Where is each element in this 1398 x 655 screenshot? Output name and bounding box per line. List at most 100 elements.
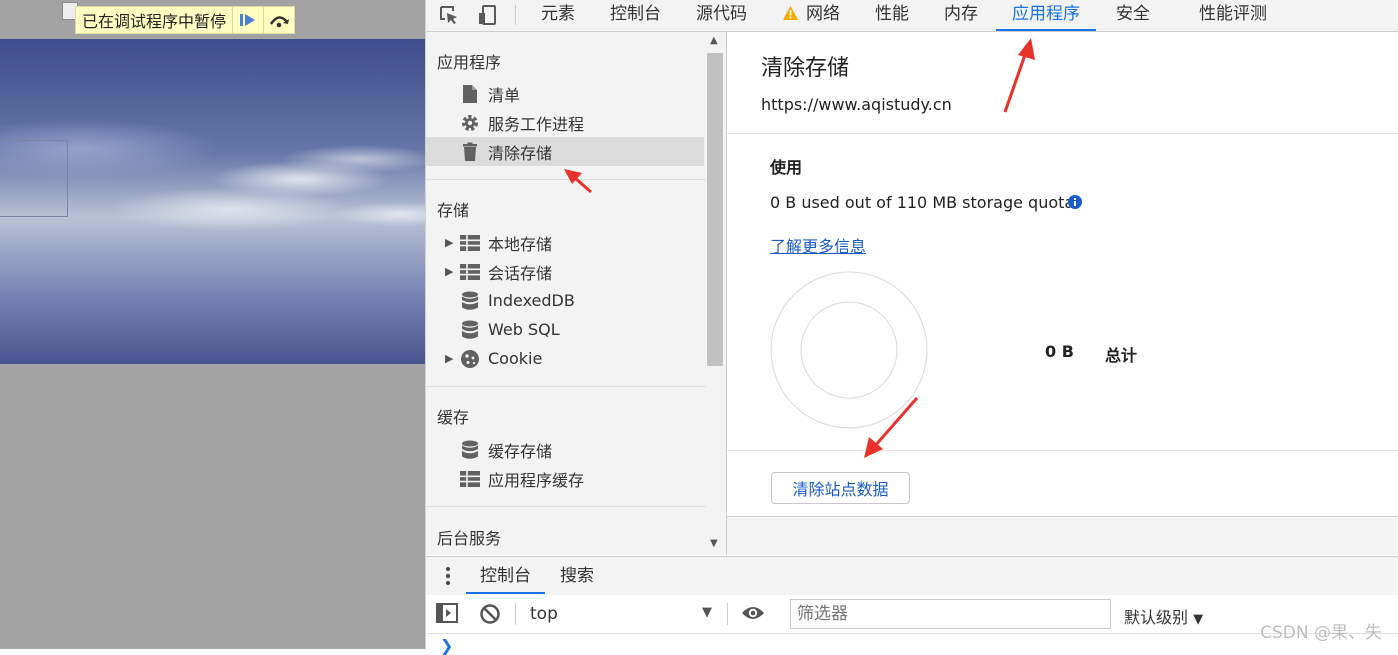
sidebar-item-service-workers[interactable]: 服务工作进程 bbox=[426, 108, 704, 137]
usage-total-label: 总计 bbox=[1105, 346, 1138, 365]
divider bbox=[727, 133, 1398, 134]
usage-quota-text: 0 B used out of 110 MB storage quota. bbox=[770, 193, 1080, 212]
page-title: 清除存储 bbox=[761, 56, 850, 81]
scroll-up-icon[interactable]: ▲ bbox=[710, 35, 718, 46]
sidebar-item-indexeddb[interactable]: IndexedDB bbox=[426, 286, 704, 315]
sidebar-item-label: 清除存储 bbox=[488, 143, 553, 163]
dropdown-arrow-icon[interactable]: ▼ bbox=[702, 605, 712, 620]
dropdown-arrow-icon: ▼ bbox=[1193, 612, 1204, 627]
tab-lighthouse[interactable]: 性能评测 bbox=[1199, 0, 1267, 31]
expand-arrow-icon[interactable]: ▶ bbox=[445, 352, 453, 365]
sidebar-item-label: 服务工作进程 bbox=[488, 114, 585, 134]
console-prompt-icon[interactable]: ❯ bbox=[440, 636, 453, 655]
expand-arrow-icon[interactable]: ▶ bbox=[445, 265, 453, 278]
show-sidebar-button[interactable] bbox=[436, 603, 458, 627]
scrollbar-thumb[interactable] bbox=[707, 53, 723, 366]
device-toolbar-button[interactable] bbox=[474, 2, 500, 28]
sidebar-item-label: IndexedDB bbox=[488, 291, 575, 310]
expand-arrow-icon[interactable]: ▶ bbox=[445, 236, 453, 249]
section-divider bbox=[426, 179, 706, 180]
tab-sources[interactable]: 源代码 bbox=[696, 0, 747, 31]
tab-performance[interactable]: 性能 bbox=[875, 0, 909, 31]
log-levels-label: 默认级别 bbox=[1124, 608, 1189, 627]
tab-security[interactable]: 安全 bbox=[1116, 0, 1150, 31]
scroll-down-icon[interactable]: ▼ bbox=[710, 538, 718, 549]
more-menu-icon[interactable] bbox=[443, 565, 453, 587]
database-icon bbox=[460, 320, 480, 340]
log-levels-dropdown[interactable]: 默认级别 ▼ bbox=[1124, 604, 1203, 628]
origin-url: https://www.aqistudy.cn bbox=[761, 95, 952, 114]
tab-memory[interactable]: 内存 bbox=[944, 0, 978, 31]
context-selector[interactable]: top bbox=[530, 604, 558, 624]
tab-console[interactable]: 控制台 bbox=[610, 0, 661, 31]
toolbar-separator bbox=[515, 603, 516, 625]
clear-storage-view: 清除存储 https://www.aqistudy.cn 使用 0 B used… bbox=[727, 32, 1398, 555]
clear-console-button[interactable] bbox=[479, 603, 501, 629]
step-over-icon bbox=[269, 16, 290, 28]
watermark: CSDN @果、失 bbox=[1260, 623, 1382, 643]
sidebar-item-label: 清单 bbox=[488, 85, 521, 105]
sidebar-section-cache: 缓存 bbox=[437, 408, 470, 427]
drawer-tab-console[interactable]: 控制台 bbox=[466, 557, 545, 594]
resume-button[interactable] bbox=[232, 7, 263, 33]
sidebar-section-storage: 存储 bbox=[437, 201, 470, 220]
sidebar-item-label: Cookie bbox=[488, 349, 543, 368]
usage-total-value: 0 B bbox=[1045, 342, 1074, 361]
divider bbox=[727, 450, 1398, 451]
drawer-tabbar: 控制台 搜索 bbox=[426, 556, 1398, 596]
sidebar-item-local-storage[interactable]: ▶ 本地存储 bbox=[426, 228, 704, 257]
database-icon bbox=[460, 440, 480, 460]
sidebar-item-manifest[interactable]: 清单 bbox=[426, 79, 704, 108]
sidebar-item-web-sql[interactable]: Web SQL bbox=[426, 315, 704, 344]
inspect-cursor-icon bbox=[440, 6, 457, 24]
eye-icon bbox=[742, 607, 764, 619]
console-filter-input[interactable] bbox=[790, 599, 1111, 629]
grid-icon bbox=[460, 469, 480, 489]
tab-network[interactable]: 网络 bbox=[806, 0, 840, 31]
learn-more-link[interactable]: 了解更多信息 bbox=[770, 233, 866, 257]
devtools-panel: 元素 控制台 源代码 网络 性能 内存 应用程序 安全 性能评测 应用程序 清单… bbox=[425, 0, 1398, 655]
warning-icon bbox=[782, 5, 799, 25]
trash-icon bbox=[460, 142, 480, 162]
gear-icon bbox=[460, 113, 480, 133]
cookie-icon bbox=[460, 349, 480, 369]
toolbar-separator bbox=[515, 5, 516, 25]
sidebar-section-application: 应用程序 bbox=[437, 53, 502, 72]
sidebar-item-application-cache[interactable]: 应用程序缓存 bbox=[426, 464, 704, 493]
grid-icon bbox=[460, 262, 480, 282]
block-icon bbox=[480, 604, 500, 624]
sidebar-item-cookies[interactable]: ▶ Cookie bbox=[426, 344, 704, 373]
page-element-outline bbox=[0, 140, 68, 217]
section-divider bbox=[426, 506, 706, 507]
grid-icon bbox=[460, 233, 480, 253]
sidebar-item-label: 会话存储 bbox=[488, 263, 553, 283]
console-toolbar: top ▼ 默认级别 ▼ bbox=[426, 595, 1398, 634]
database-icon bbox=[460, 291, 480, 311]
clear-site-data-button[interactable]: 清除站点数据 bbox=[771, 472, 910, 504]
sidebar-item-session-storage[interactable]: ▶ 会话存储 bbox=[426, 257, 704, 286]
file-icon bbox=[460, 84, 480, 104]
debugger-paused-banner: 已在调试程序中暂停 bbox=[75, 6, 296, 34]
tab-application[interactable]: 应用程序 bbox=[996, 0, 1096, 31]
step-over-button[interactable] bbox=[263, 7, 294, 33]
drawer-tab-search[interactable]: 搜索 bbox=[560, 557, 594, 594]
live-expression-button[interactable] bbox=[741, 603, 765, 627]
sidebar-item-label: 本地存储 bbox=[488, 234, 553, 254]
sidebar-item-label: 应用程序缓存 bbox=[488, 470, 585, 490]
sidebar-item-clear-storage[interactable]: 清除存储 bbox=[426, 137, 704, 166]
sidebar-scrollbar[interactable]: ▲ ▼ bbox=[706, 32, 724, 555]
sidebar-section-background-services: 后台服务 bbox=[437, 529, 502, 548]
application-sidebar: 应用程序 清单 服务工作进程 清除存储 存储 ▶ 本地存储 ▶ 会话存储 Ind… bbox=[426, 32, 727, 555]
devtools-tabbar: 元素 控制台 源代码 网络 性能 内存 应用程序 安全 性能评测 bbox=[426, 0, 1398, 32]
page-viewport: 已在调试程序中暂停 bbox=[0, 0, 425, 649]
info-icon[interactable] bbox=[1068, 194, 1082, 213]
debugger-paused-text: 已在调试程序中暂停 bbox=[82, 12, 227, 31]
sidebar-item-cache-storage[interactable]: 缓存存储 bbox=[426, 435, 704, 464]
sidebar-item-label: Web SQL bbox=[488, 320, 560, 339]
empty-area bbox=[727, 517, 1398, 555]
tab-elements[interactable]: 元素 bbox=[541, 0, 575, 31]
inspect-element-button[interactable] bbox=[436, 2, 462, 28]
device-mode-icon bbox=[479, 5, 496, 25]
toolbar-separator bbox=[727, 603, 728, 625]
sidebar-item-label: 缓存存储 bbox=[488, 441, 553, 461]
